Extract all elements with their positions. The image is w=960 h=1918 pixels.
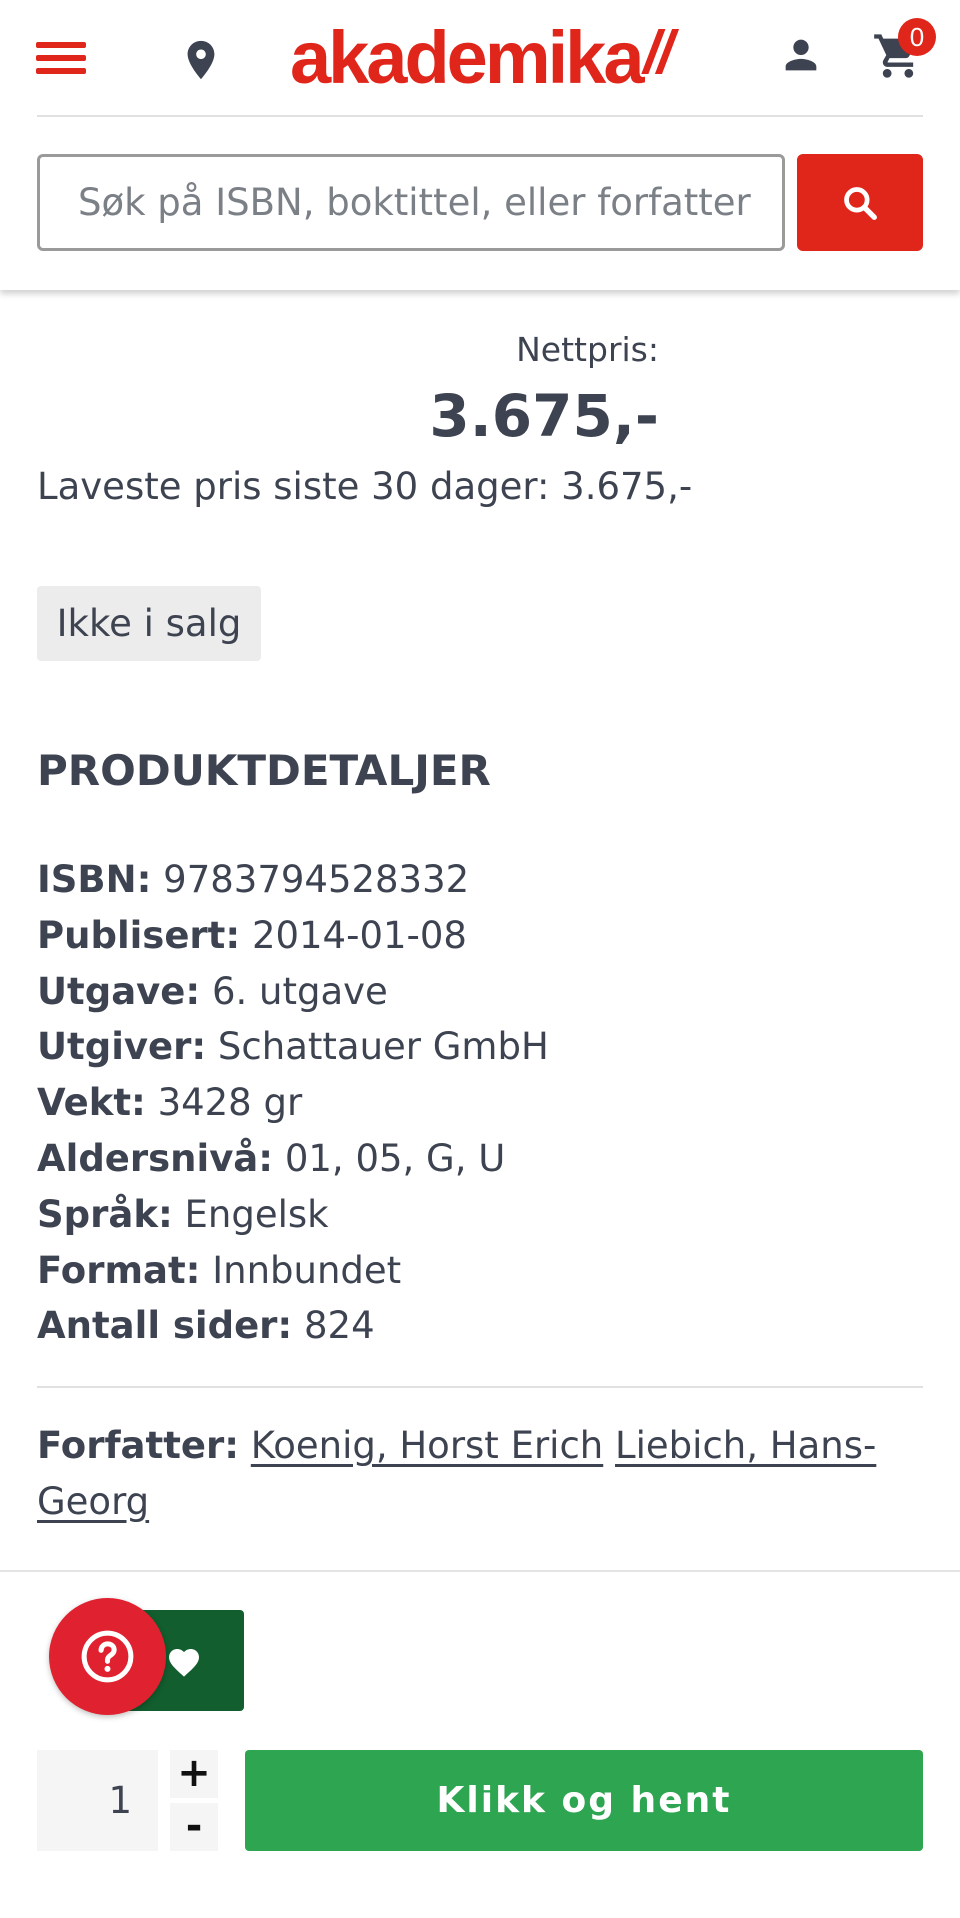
detail-row-published: Publisert: 2014-01-08	[37, 908, 549, 964]
detail-value: Schattauer GmbH	[217, 1025, 549, 1069]
detail-row-weight: Vekt: 3428 gr	[37, 1075, 549, 1131]
akademika-logo[interactable]: akademika//	[290, 16, 674, 99]
site-header: akademika// 0	[0, 0, 960, 290]
detail-row-format: Format: Innbundet	[37, 1243, 549, 1299]
search-button[interactable]	[797, 154, 923, 251]
detail-row-pages: Antall sider: 824	[37, 1298, 549, 1354]
detail-label: Vekt:	[37, 1081, 146, 1125]
author-link-koenig[interactable]: Koenig, Horst Erich	[251, 1424, 603, 1467]
detail-value: 824	[303, 1304, 375, 1348]
net-price-label: Nettpris:	[516, 330, 659, 369]
authors-line: Forfatter: Koenig, Horst Erich Liebich, …	[37, 1418, 917, 1530]
logo-text: akademika	[290, 16, 644, 99]
actions-divider	[0, 1570, 960, 1572]
click-and-collect-button[interactable]: Klikk og hent	[245, 1750, 923, 1851]
detail-row-isbn: ISBN: 9783794528332	[37, 852, 549, 908]
search-input[interactable]	[37, 154, 785, 251]
question-mark-icon	[81, 1630, 134, 1683]
detail-value: 9783794528332	[163, 858, 470, 901]
detail-label: Språk:	[37, 1192, 173, 1236]
detail-label: Antall sider:	[37, 1304, 293, 1348]
status-badge: Ikke i salg	[37, 586, 261, 661]
lowest-price-30-days: Laveste pris siste 30 dager: 3.675,-	[37, 465, 693, 508]
detail-label: Aldersnivå:	[37, 1136, 274, 1180]
top-bar: akademika// 0	[0, 0, 960, 117]
detail-label: Format:	[37, 1248, 201, 1292]
authors-label: Forfatter:	[37, 1424, 240, 1467]
detail-row-edition: Utgave: 6. utgave	[37, 964, 549, 1020]
search-icon	[844, 187, 877, 220]
detail-label: ISBN:	[37, 858, 152, 901]
details-divider	[37, 1386, 923, 1388]
net-price-value: 3.675,-	[429, 382, 659, 450]
product-details-heading: PRODUKTDETALJER	[37, 746, 491, 795]
detail-row-language: Språk: Engelsk	[37, 1187, 549, 1243]
detail-value: Innbundet	[212, 1248, 402, 1292]
help-button[interactable]	[49, 1598, 166, 1715]
detail-label: Utgiver:	[37, 1025, 207, 1069]
header-divider	[37, 115, 923, 117]
detail-row-age-level: Aldersnivå: 01, 05, G, U	[37, 1131, 549, 1187]
detail-value: 6. utgave	[211, 969, 388, 1013]
logo-ticks: //	[643, 19, 674, 86]
detail-label: Utgave:	[37, 969, 201, 1013]
user-account-icon[interactable]	[778, 32, 824, 78]
detail-value: 01, 05, G, U	[284, 1136, 506, 1180]
quantity-input[interactable]	[37, 1750, 158, 1851]
detail-value: 2014-01-08	[251, 913, 467, 957]
heart-icon	[169, 1649, 199, 1677]
detail-label: Publisert:	[37, 913, 241, 957]
quantity-increase-button[interactable]: +	[170, 1750, 218, 1798]
product-details-list: ISBN: 9783794528332 Publisert: 2014-01-0…	[37, 852, 549, 1354]
quantity-decrease-button[interactable]: -	[170, 1803, 218, 1851]
detail-value: Engelsk	[184, 1192, 329, 1236]
location-pin-icon[interactable]	[178, 32, 224, 88]
detail-value: 3428 gr	[157, 1081, 303, 1125]
detail-row-publisher: Utgiver: Schattauer GmbH	[37, 1019, 549, 1075]
cart-count-badge: 0	[898, 18, 936, 56]
menu-icon[interactable]	[36, 42, 86, 74]
